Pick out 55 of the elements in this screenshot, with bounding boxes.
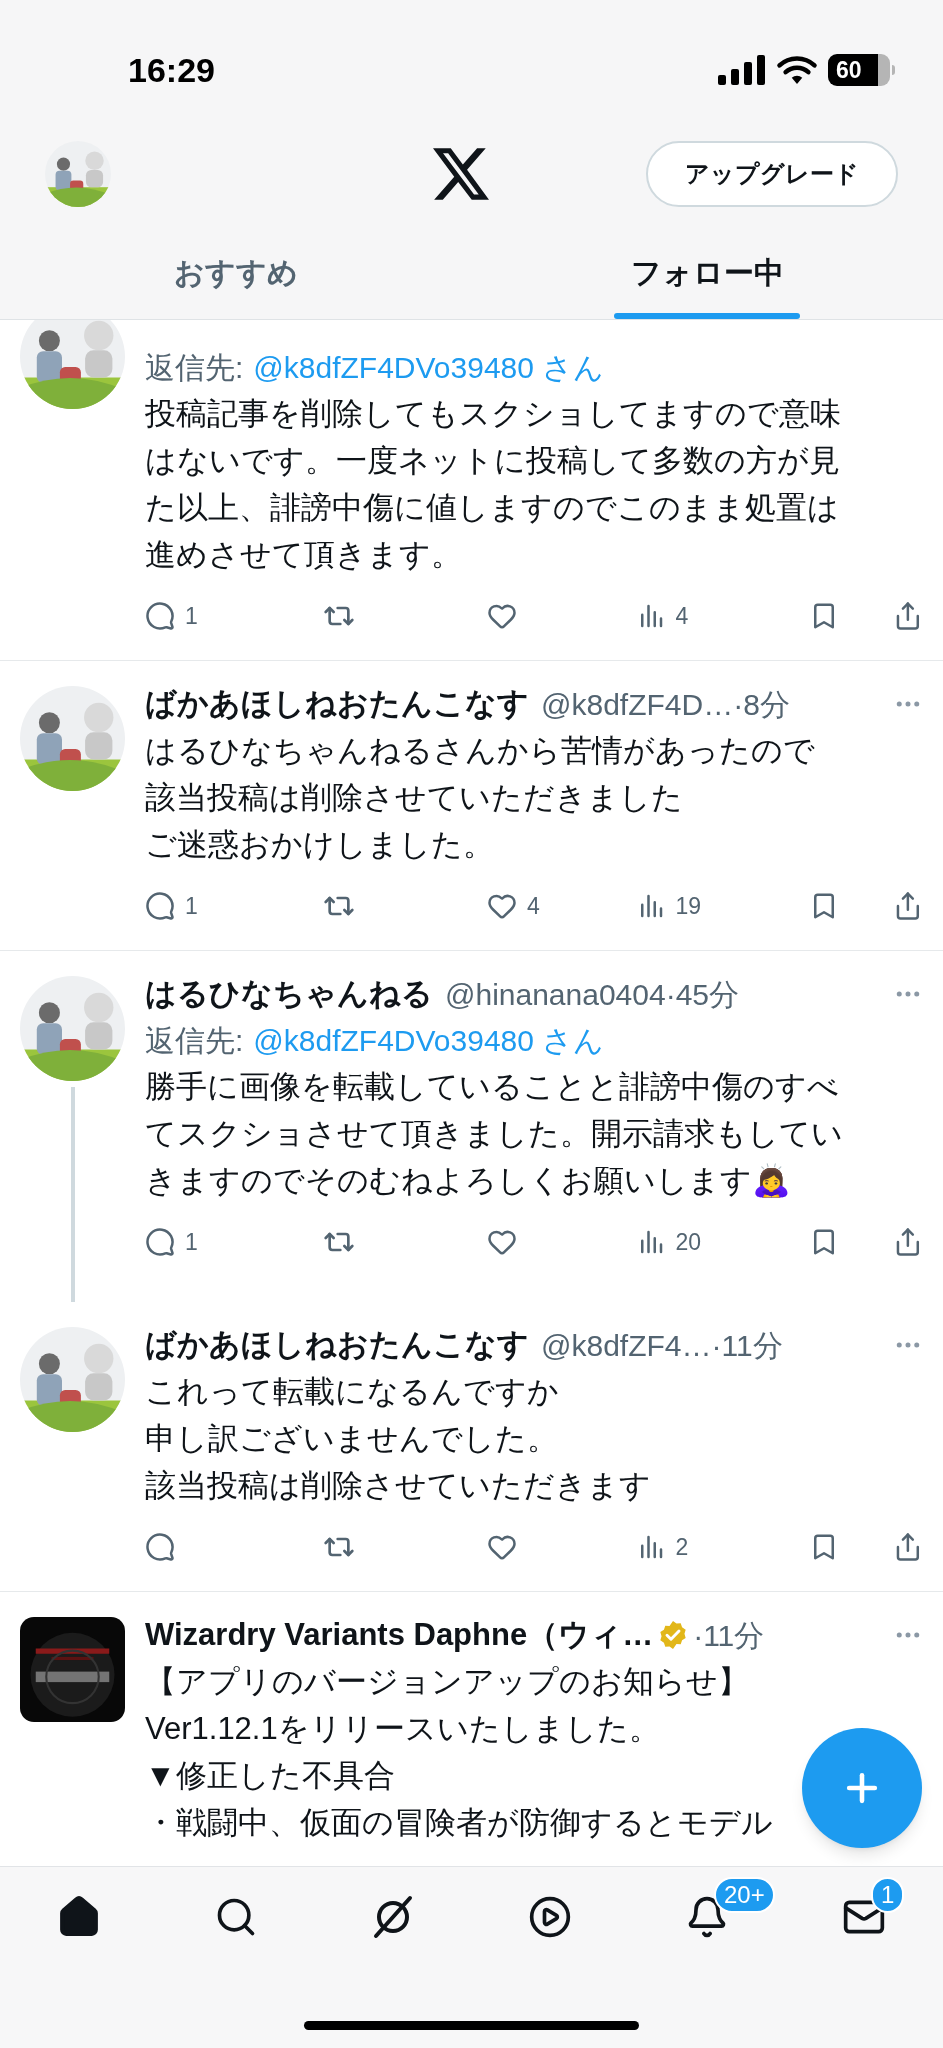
status-time: 16:29 [128,49,215,91]
author-handle: @k8dfZF4… [541,1327,712,1364]
post-time: ·45分 [665,976,739,1013]
post-text-line: 申し訳ございませんでした。 [145,1420,558,1458]
post-text-line: これって転載になるんですか [145,1373,559,1411]
notification-badge: 20+ [714,1877,775,1913]
post-text-line: 該当投稿は削除させていただきます [145,1467,651,1505]
post-text-line: ご迷惑おかけしました。 [145,826,494,864]
wifi-icon [776,54,818,86]
mention-link[interactable]: @k8dfZF4DVo39480 さん [253,1017,605,1063]
post-text-line: ・戦闘中、仮面の冒険者が防御するとモデル [145,1804,773,1842]
notification-badge: 1 [871,1877,905,1913]
play-icon[interactable] [527,1895,572,1939]
signal-icon [718,55,766,85]
feed-tab[interactable]: おすすめ [173,250,298,313]
reply-icon[interactable] [145,1227,175,1257]
mention-link[interactable]: @k8dfZF4DVo39480 さん [253,344,605,390]
post-text-line: はないです。一度ネットに投稿して多数の方が見 [145,442,840,480]
author-name: はるひなちゃんねる [145,974,433,1013]
post-text-line: はるひなちゃんねるさんから苦情があったので [145,732,815,770]
battery-icon: 60 [828,54,890,86]
reply-icon[interactable] [145,891,175,921]
author-handle: @hinanana0404 [445,976,666,1013]
post-text-line: 投稿記事を削除してもスクショしてますので意味 [145,395,841,433]
author-name: ばかあほしねおたんこなす [145,684,529,723]
feed-tab[interactable]: フォロー中 [630,250,784,313]
reply-count: 1 [185,891,198,921]
author-name: ばかあほしねおたんこなす [145,1325,529,1364]
reply-count: 1 [185,601,198,631]
reply-label: 返信先: [145,1022,244,1059]
logo-icon[interactable] [432,148,489,200]
post-time: ·11分 [711,1327,783,1364]
post-text-line: Ver1.12.1をリリースいたしました。 [145,1710,660,1748]
post-text-line: ▼修正した不具合 [145,1757,395,1795]
like-count: 4 [526,891,540,921]
post-text-line: てスクショさせて頂きました。開示請求もしてい [145,1115,843,1153]
views-count: 2 [675,1532,689,1562]
reply-icon[interactable] [145,1532,175,1562]
reply-label: 返信先: [145,349,244,386]
upgrade-button[interactable]: アップグレード [646,141,898,207]
views-count: 4 [675,601,689,631]
post-text-line: 【アプリのバージョンアップのお知らせ】 [145,1663,749,1701]
post-time: ·8分 [733,686,790,723]
reply-count: 1 [185,1227,198,1257]
views-count: 20 [675,1227,702,1257]
author-handle: @k8dfZF4D… [541,686,734,723]
post-text-line: 進めさせて頂きます。 [145,536,462,574]
post-text-line: きますのでそのむねよろしくお願いします🙇‍♀ [145,1162,791,1200]
author-name: Wizardry Variants Daphne（ウィ… [145,1615,654,1654]
views-count: 19 [675,891,702,921]
post-text-line: 該当投稿は削除させていただきました [145,779,683,817]
reply-icon[interactable] [145,601,175,631]
post-text-line: た以上、誹謗中傷に値しますのでこのまま処置は [145,489,839,527]
post-text-line: 勝手に画像を転載していることと誹謗中傷のすべ [145,1068,839,1106]
post-time: ·11分 [693,1617,765,1654]
